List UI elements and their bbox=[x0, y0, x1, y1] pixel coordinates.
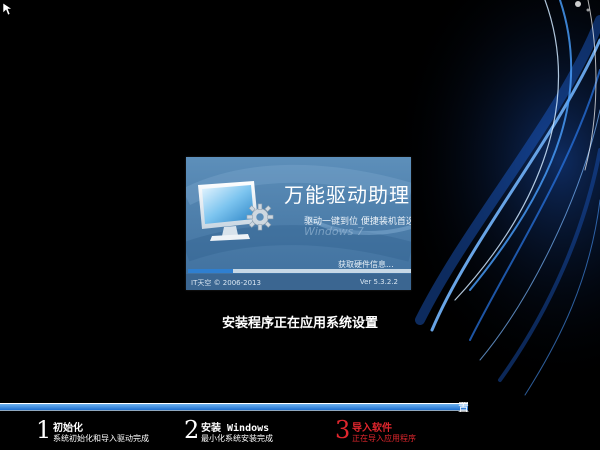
gear-icon bbox=[246, 203, 274, 231]
setup-status-message: 安装程序正在应用系统设置 bbox=[221, 316, 378, 331]
splash-window: 万能驱动助理 驱动一键到位 便捷装机首选 Windows 7 获取硬件信息...… bbox=[186, 157, 411, 290]
step-title: 初始化 bbox=[53, 423, 83, 434]
setup-progress-bar bbox=[0, 403, 468, 411]
step-description: 系统初始化和导入驱动完成 bbox=[53, 434, 149, 443]
windows-watermark: Windows 7 bbox=[304, 225, 364, 238]
step-number: 1 bbox=[36, 416, 52, 444]
step-title: 导入软件 bbox=[352, 423, 392, 434]
step-number: 3 bbox=[335, 416, 351, 444]
step-description: 最小化系统安装完成 bbox=[201, 434, 273, 443]
step-number: 2 bbox=[184, 416, 200, 444]
progress-trailing-text: 置 bbox=[458, 401, 469, 414]
splash-progress-bar bbox=[188, 269, 411, 273]
setup-progress-fill bbox=[0, 404, 468, 410]
step-description: 正在导入应用程序 bbox=[352, 434, 416, 443]
splash-progress-fill bbox=[188, 269, 233, 273]
splash-version: Ver 5.3.2.2 bbox=[359, 278, 398, 286]
splash-copyright: IT天空 © 2006-2013 bbox=[191, 279, 261, 287]
step-title: 安装 Windows bbox=[201, 423, 270, 434]
mouse-cursor-icon bbox=[2, 2, 13, 16]
splash-title: 万能驱动助理 bbox=[284, 183, 410, 207]
splash-footer: IT天空 © 2006-2013 Ver 5.3.2.2 bbox=[186, 274, 411, 290]
